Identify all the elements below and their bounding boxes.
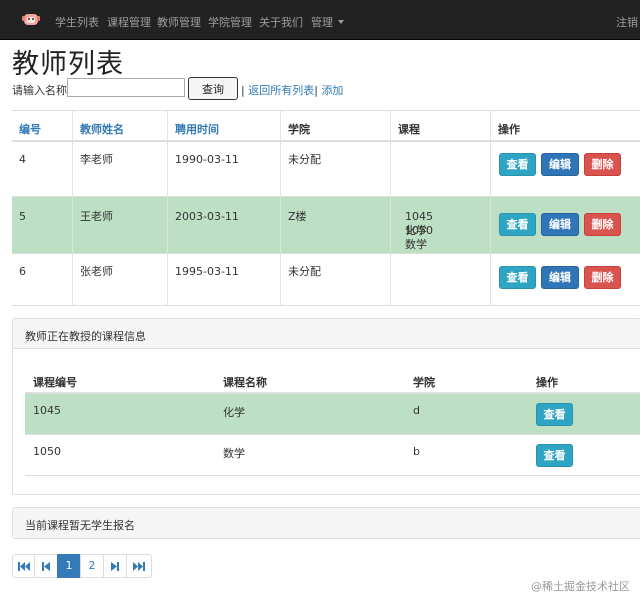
course-code-header: 课程编号: [33, 376, 77, 389]
student-info-panel: 当前课程暂无学生报名: [12, 507, 640, 539]
prev-page-icon[interactable]: [34, 554, 58, 578]
college: Z楼: [288, 210, 307, 223]
college-header: 学院: [288, 123, 310, 136]
nav-student-list[interactable]: 学生列表: [55, 14, 99, 30]
course-header: 课程: [398, 123, 420, 136]
course-code: 1050: [33, 445, 61, 458]
teacher-table: 编号 教师姓名 聘用时间 学院 课程 操作 4 李老师 1990-03-11 未…: [12, 110, 640, 306]
teacher-name: 王老师: [80, 210, 113, 223]
delete-button[interactable]: 删除: [584, 153, 621, 176]
delete-button[interactable]: 删除: [584, 266, 621, 289]
edit-button[interactable]: 编辑: [541, 266, 579, 289]
next-page-icon[interactable]: [103, 554, 127, 578]
top-navbar: 学生列表 课程管理 教师管理 学院管理 关于我们 管理 注销: [0, 0, 640, 40]
link-separator: |: [314, 84, 318, 97]
teacher-name: 张老师: [80, 265, 113, 278]
search-input[interactable]: [67, 78, 185, 97]
hire-date: 2003-03-11: [175, 210, 239, 223]
caret-down-icon: [338, 20, 344, 24]
view-button[interactable]: 查看: [499, 266, 536, 289]
edit-button[interactable]: 编辑: [541, 153, 579, 176]
nav-admin-dropdown[interactable]: 管理: [311, 14, 344, 30]
link-separator: |: [241, 84, 245, 97]
view-course-button[interactable]: 查看: [536, 444, 573, 467]
table-row: 1050 数学 b 查看: [25, 435, 640, 476]
table-row: 4 李老师 1990-03-11 未分配 查看 编辑 删除: [12, 142, 640, 197]
nav-about-us[interactable]: 关于我们: [259, 14, 303, 30]
watermark: @稀土掘金技术社区: [531, 580, 630, 593]
nav-course-manage[interactable]: 课程管理: [107, 14, 151, 30]
page-2-button[interactable]: 2: [80, 554, 104, 578]
first-page-icon[interactable]: [12, 554, 35, 578]
sort-by-id-header[interactable]: 编号: [19, 121, 41, 137]
panel-heading: 教师正在教授的课程信息: [13, 319, 640, 349]
table-row: 1045 化学 d 查看: [25, 394, 640, 435]
actions-header: 操作: [498, 123, 520, 136]
nav-college-manage[interactable]: 学院管理: [208, 14, 252, 30]
view-button[interactable]: 查看: [499, 153, 536, 176]
teacher-id: 6: [19, 265, 26, 278]
course-name: 化学: [223, 406, 245, 419]
panel-title: 教师正在教授的课程信息: [25, 330, 146, 343]
sort-by-name-header[interactable]: 教师姓名: [80, 121, 124, 137]
course-college: b: [413, 445, 420, 458]
panel-heading: 当前课程暂无学生报名: [13, 508, 640, 538]
page-1-button[interactable]: 1: [57, 554, 81, 578]
table-row: 6 张老师 1995-03-11 未分配 查看 编辑 删除: [12, 254, 640, 306]
course-actions-header: 操作: [536, 376, 558, 389]
nav-logout[interactable]: 注销: [616, 14, 638, 30]
last-page-icon[interactable]: [126, 554, 152, 578]
course-code: 1045: [33, 404, 61, 417]
course-college-header: 学院: [413, 376, 435, 389]
sort-by-hire-date-header[interactable]: 聘用时间: [175, 121, 219, 137]
page-title: 教师列表: [12, 49, 124, 80]
nav-admin-label: 管理: [311, 16, 333, 29]
table-header-row: 编号 教师姓名 聘用时间 学院 课程 操作: [12, 111, 640, 142]
add-link[interactable]: 添加: [321, 84, 343, 97]
search-bar: 请输入名称 查询 | 返回所有列表| 添加: [12, 77, 632, 101]
college: 未分配: [288, 153, 321, 166]
hire-date: 1990-03-11: [175, 153, 239, 166]
mascot-logo-icon[interactable]: [22, 11, 40, 29]
course-name-header: 课程名称: [223, 376, 267, 389]
college: 未分配: [288, 265, 321, 278]
teacher-id: 4: [19, 153, 26, 166]
teacher-name: 李老师: [80, 153, 113, 166]
search-links: | 返回所有列表| 添加: [241, 82, 343, 98]
nav-teacher-manage[interactable]: 教师管理: [157, 14, 201, 30]
course-table: 课程编号 课程名称 学院 操作 1045 化学 d 查看 1050 数学 b 查…: [25, 366, 640, 476]
view-button[interactable]: 查看: [499, 213, 536, 236]
course-info-panel: 教师正在教授的课程信息 课程编号 课程名称 学院 操作 1045 化学 d 查看…: [12, 318, 640, 495]
teacher-id: 5: [19, 210, 26, 223]
panel-title: 当前课程暂无学生报名: [25, 519, 135, 532]
table-row: 5 王老师 2003-03-11 Z楼 1045 化学 1050 数学 查看 编辑…: [12, 197, 640, 254]
edit-button[interactable]: 编辑: [541, 213, 579, 236]
search-label: 请输入名称: [12, 84, 67, 97]
search-button[interactable]: 查询: [188, 77, 238, 100]
table-header-row: 课程编号 课程名称 学院 操作: [25, 366, 640, 394]
return-all-link[interactable]: 返回所有列表: [248, 84, 314, 97]
view-course-button[interactable]: 查看: [536, 403, 573, 426]
hire-date: 1995-03-11: [175, 265, 239, 278]
course-name: 数学: [223, 447, 245, 460]
delete-button[interactable]: 删除: [584, 213, 621, 236]
course-college: d: [413, 404, 420, 417]
